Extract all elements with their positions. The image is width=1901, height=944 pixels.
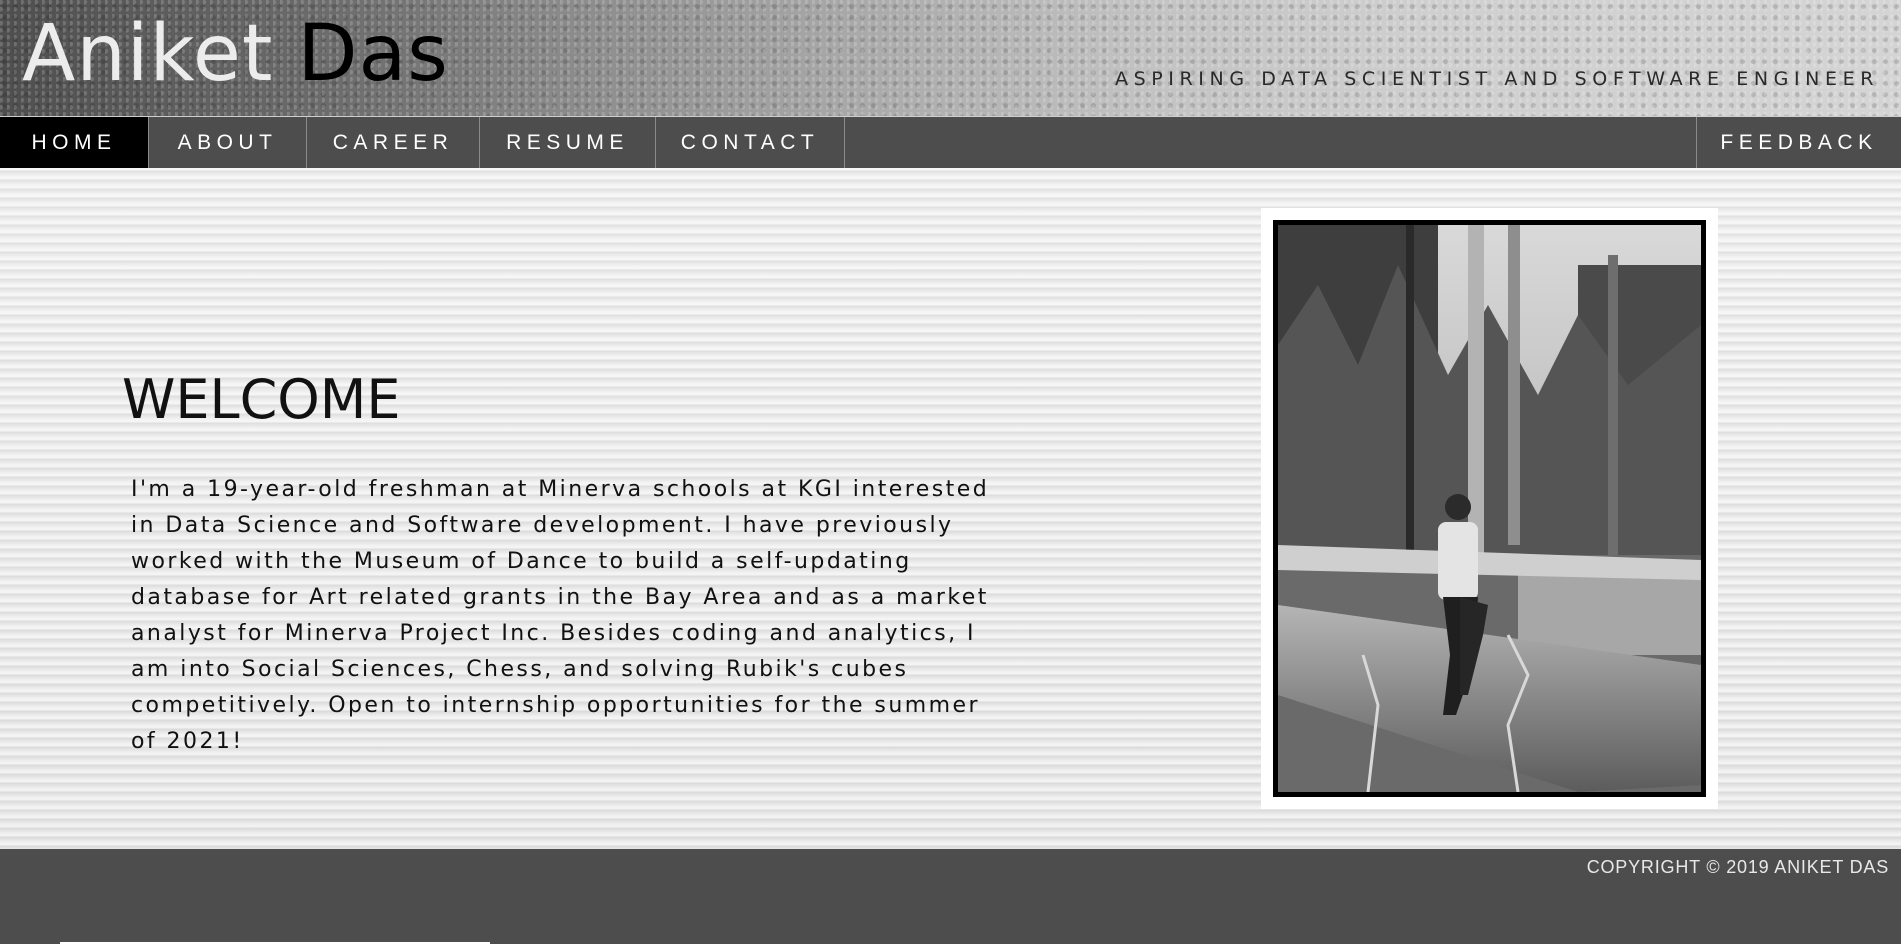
site-logo-name[interactable]: Aniket Das <box>22 8 449 100</box>
site-tagline: ASPIRING DATA SCIENTIST AND SOFTWARE ENG… <box>1114 68 1879 90</box>
site-footer: COPYRIGHT © 2019 ANIKET DAS <box>0 849 1901 944</box>
nav-item-feedback[interactable]: FEEDBACK <box>1696 117 1901 168</box>
forest-photo-image <box>1278 225 1701 792</box>
nav-item-contact[interactable]: CONTACT <box>656 117 845 168</box>
nav-item-resume[interactable]: RESUME <box>480 117 656 168</box>
copyright-text: COPYRIGHT © 2019 ANIKET DAS <box>1586 857 1889 877</box>
main-navigation: HOME ABOUT CAREER RESUME CONTACT FEEDBAC… <box>0 116 1901 168</box>
site-header: Aniket Das ASPIRING DATA SCIENTIST AND SO… <box>0 0 1901 116</box>
profile-photo <box>1273 220 1706 797</box>
nav-item-about[interactable]: ABOUT <box>149 117 307 168</box>
brand-last-name: Das <box>297 9 449 99</box>
nav-item-career[interactable]: CAREER <box>307 117 480 168</box>
nav-item-home[interactable]: HOME <box>0 117 149 168</box>
brand-first-name: Aniket <box>22 9 274 99</box>
profile-photo-frame <box>1261 208 1718 809</box>
intro-paragraph: I'm a 19-year-old freshman at Minerva sc… <box>131 477 990 754</box>
main-content: WELCOME I'm a 19-year-old freshman at Mi… <box>0 168 1901 849</box>
page-title: WELCOME <box>122 368 401 431</box>
